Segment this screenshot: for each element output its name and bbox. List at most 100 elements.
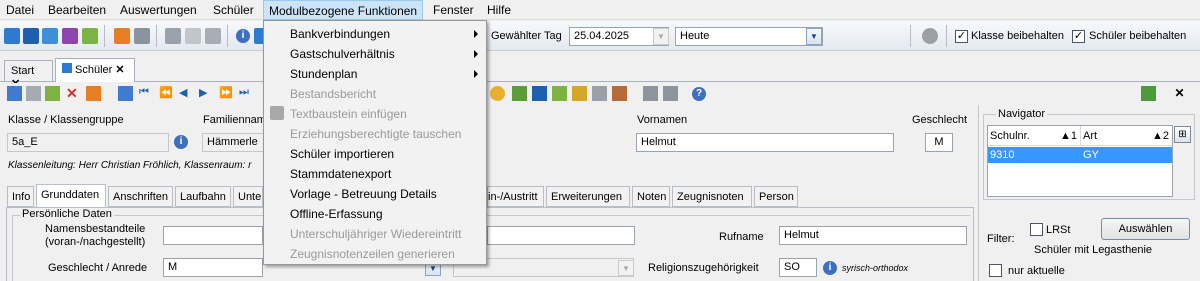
column-header-schulnr[interactable]: Schulnr. ▲1 bbox=[988, 126, 1081, 146]
home-icon[interactable] bbox=[643, 86, 658, 101]
main-toolbar: i Gewählter Tag 25.04.2025 ▼ Heute ▼ ✓ K… bbox=[0, 21, 1200, 51]
new-record-icon[interactable] bbox=[7, 86, 22, 101]
column-header-art[interactable]: Art ▲2 bbox=[1081, 126, 1172, 146]
students-icon[interactable] bbox=[4, 28, 20, 44]
calendar-icon[interactable] bbox=[86, 86, 101, 101]
tab-erweiterungen[interactable]: Erweiterungen bbox=[546, 186, 630, 207]
lrst-checkbox[interactable] bbox=[1030, 223, 1043, 236]
school-icon[interactable] bbox=[663, 86, 678, 101]
callname-field[interactable]: Helmut bbox=[779, 226, 967, 245]
tab-person[interactable]: Person bbox=[754, 186, 798, 207]
delete-icon[interactable]: ✕ bbox=[66, 86, 81, 101]
tab-zeugnisnoten[interactable]: Zeugnisnoten bbox=[672, 186, 752, 207]
keep-student-checkbox[interactable]: ✓ bbox=[1072, 30, 1085, 43]
reload-icon[interactable] bbox=[1141, 86, 1156, 101]
print-icon[interactable] bbox=[592, 86, 607, 101]
day-dropdown-button[interactable]: ▼ bbox=[653, 28, 669, 45]
info-icon[interactable]: i bbox=[236, 29, 250, 43]
group-icon[interactable] bbox=[82, 28, 98, 44]
menu-datei[interactable]: Datei bbox=[6, 3, 34, 17]
religion-label: Religionszugehörigkeit bbox=[648, 262, 759, 274]
period-dropdown-button[interactable]: ▼ bbox=[806, 28, 822, 45]
last-record-icon[interactable]: ⏭ bbox=[239, 86, 254, 101]
tab-unterricht[interactable]: Unte bbox=[233, 186, 263, 207]
tab-anschriften[interactable]: Anschriften bbox=[108, 186, 173, 207]
religion-info-icon[interactable]: i bbox=[823, 261, 837, 275]
previous-record-icon[interactable]: ◀ bbox=[179, 86, 194, 101]
previous-page-icon[interactable]: ⏪ bbox=[159, 86, 174, 101]
lock-icon[interactable] bbox=[922, 28, 938, 44]
class-info-icon[interactable]: i bbox=[174, 135, 188, 149]
tab-ein-austritt[interactable]: in-/Austritt bbox=[487, 186, 544, 207]
menu-bearbeiten[interactable]: Bearbeiten bbox=[48, 3, 106, 17]
edit-icon[interactable] bbox=[45, 86, 60, 101]
tab-info[interactable]: Info bbox=[7, 186, 34, 207]
menu-modulbezogene-funktionen[interactable]: Modulbezogene Funktionen bbox=[263, 0, 424, 20]
gender-salutation-select[interactable]: M bbox=[163, 258, 263, 277]
record-toolbar: ✕ ⏮ ⏪ ◀ ▶ ⏩ ⏭ ? ✕ bbox=[0, 83, 1200, 105]
column-header-schulnr-label: Schulnr. bbox=[990, 130, 1030, 142]
class-field[interactable]: 5a_E bbox=[7, 133, 169, 152]
menu-item-erziehungsberechtigte-tauschen[interactable]: Erziehungsberechtigte tauschen bbox=[290, 127, 461, 141]
select-button[interactable]: Auswählen bbox=[1101, 218, 1190, 240]
menu-item-bankverbindungen[interactable]: Bankverbindungen bbox=[290, 27, 390, 41]
tab-laufbahn[interactable]: Laufbahn bbox=[175, 186, 231, 207]
salutation-dropdown-button[interactable]: ▼ bbox=[618, 260, 634, 276]
menu-item-unterschuljaehriger-wiedereintritt[interactable]: Unterschuljähriger Wiedereintritt bbox=[290, 227, 461, 241]
name-prefix-field[interactable] bbox=[163, 226, 263, 245]
calculator-icon[interactable] bbox=[134, 28, 150, 44]
column-chooser-icon[interactable]: ⊞ bbox=[1174, 126, 1191, 143]
document-icon[interactable] bbox=[185, 28, 201, 44]
sort-asc-icon: ▲2 bbox=[1151, 130, 1169, 142]
menu-item-gastschulverhaeltnis[interactable]: Gastschulverhältnis bbox=[290, 47, 395, 61]
help-icon[interactable]: ? bbox=[692, 87, 706, 101]
tab-grunddaten[interactable]: Grunddaten bbox=[36, 184, 106, 208]
gender-field[interactable]: M bbox=[925, 133, 953, 152]
period-select[interactable]: Heute bbox=[675, 27, 823, 46]
menu-schueler[interactable]: Schüler bbox=[213, 3, 254, 17]
keep-class-checkbox[interactable]: ✓ bbox=[955, 30, 968, 43]
menu-item-bestandsbericht[interactable]: Bestandsbericht bbox=[290, 87, 376, 101]
tab-schueler[interactable]: Schüler ✕ bbox=[55, 58, 135, 82]
tab-noten[interactable]: Noten bbox=[632, 186, 670, 207]
menu-auswertungen[interactable]: Auswertungen bbox=[120, 3, 197, 17]
lastname-field[interactable]: Hämmerle bbox=[202, 133, 264, 152]
class-icon[interactable] bbox=[23, 28, 39, 44]
contact-icon[interactable] bbox=[612, 86, 627, 101]
copy-record-icon[interactable] bbox=[118, 86, 133, 101]
next-page-icon[interactable]: ⏩ bbox=[219, 86, 234, 101]
menu-item-textbaustein-einfuegen[interactable]: Textbaustein einfügen bbox=[290, 107, 407, 121]
menu-item-schueler-importieren[interactable]: Schüler importieren bbox=[290, 147, 394, 161]
person-icon[interactable] bbox=[532, 86, 547, 101]
export-icon[interactable] bbox=[552, 86, 567, 101]
menu-item-stammdatenexport[interactable]: Stammdatenexport bbox=[290, 167, 391, 181]
copy-icon[interactable] bbox=[165, 28, 181, 44]
close-icon[interactable]: ✕ bbox=[115, 64, 124, 76]
menu-fenster[interactable]: Fenster bbox=[433, 3, 474, 17]
folder-icon[interactable] bbox=[572, 86, 587, 101]
menu-item-offline-erfassung[interactable]: Offline-Erfassung bbox=[290, 207, 383, 221]
only-current-checkbox[interactable] bbox=[989, 264, 1002, 277]
tab-schueler-label: Schüler bbox=[75, 64, 113, 76]
search-icon[interactable] bbox=[490, 86, 505, 101]
next-record-icon[interactable]: ▶ bbox=[199, 86, 214, 101]
menu-item-stundenplan[interactable]: Stundenplan bbox=[290, 67, 357, 81]
flash-icon[interactable] bbox=[205, 28, 221, 44]
toolbar-separator bbox=[156, 25, 157, 47]
menu-item-vorlage-betreuung-details[interactable]: Vorlage - Betreuung Details bbox=[290, 187, 437, 201]
firstname-field[interactable]: Helmut bbox=[636, 133, 894, 152]
teachers-icon[interactable] bbox=[42, 28, 58, 44]
first-record-icon[interactable]: ⏮ bbox=[139, 86, 154, 101]
book-icon[interactable] bbox=[114, 28, 130, 44]
menu-hilfe[interactable]: Hilfe bbox=[487, 3, 511, 17]
refresh-icon[interactable] bbox=[512, 86, 527, 101]
name-suffix-field[interactable] bbox=[487, 226, 635, 245]
close-panel-icon[interactable]: ✕ bbox=[1172, 86, 1187, 101]
tab-start[interactable]: Start ✕ bbox=[4, 60, 53, 90]
religion-code-field[interactable]: SO bbox=[779, 258, 817, 277]
menu-item-zeugnisnotenzeilen-generieren[interactable]: Zeugnisnotenzeilen generieren bbox=[290, 247, 455, 261]
save-icon[interactable] bbox=[26, 86, 41, 101]
course-icon[interactable] bbox=[62, 28, 78, 44]
gender-salutation-label: Geschlecht / Anrede bbox=[48, 262, 148, 274]
table-row[interactable]: 9310 GY bbox=[988, 147, 1172, 163]
